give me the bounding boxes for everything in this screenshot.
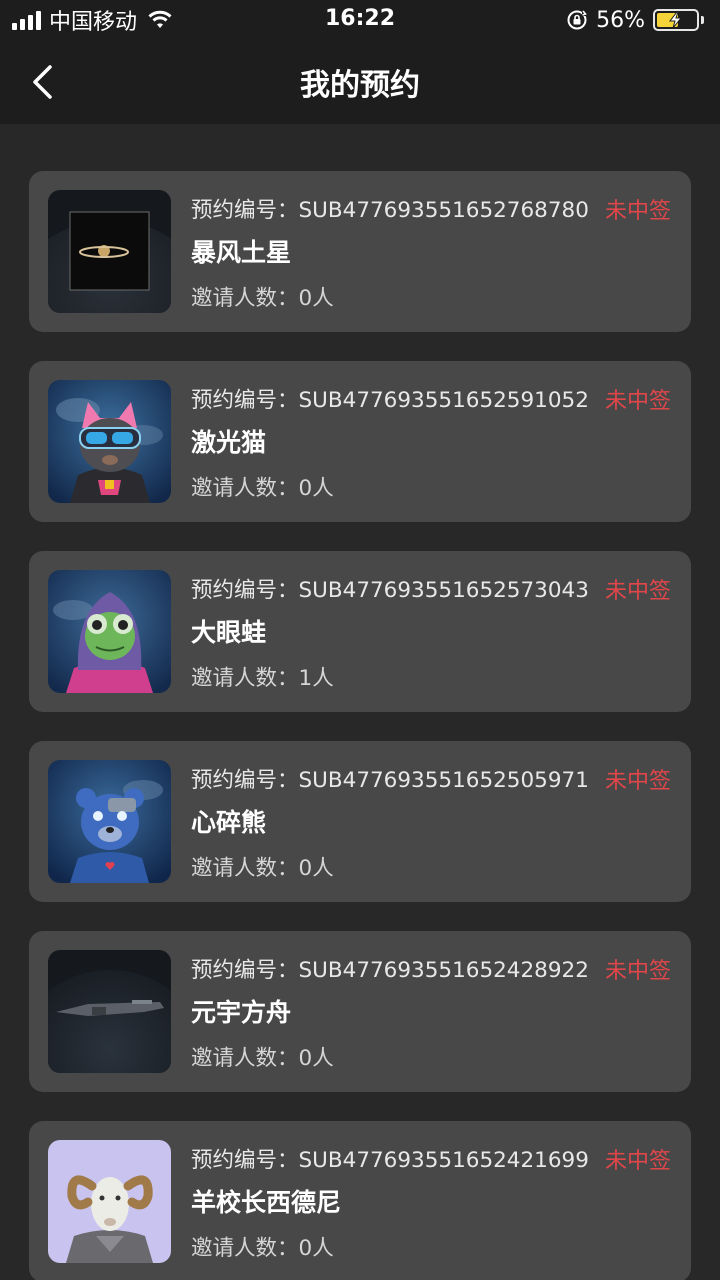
reservation-list: 预约编号：SUB477693551652768780 未中签 暴风土星 邀请人数… <box>29 171 691 1280</box>
status-badge: 未中签 <box>604 389 671 414</box>
reservation-id-label: 预约编号： <box>191 958 299 983</box>
item-name: 元宇方舟 <box>191 998 292 1027</box>
invite-count: 0人 <box>298 476 334 501</box>
item-name: 暴风土星 <box>191 238 292 267</box>
invite-label: 邀请人数： <box>191 856 299 881</box>
reservation-id: SUB477693551652428922 <box>298 958 589 983</box>
reservation-id-label: 预约编号： <box>191 1148 299 1173</box>
principal-ram-image <box>48 1140 171 1263</box>
reservation-id: SUB477693551652768780 <box>298 198 589 223</box>
invite-label: 邀请人数： <box>191 666 299 691</box>
reservation-id: SUB477693551652505971 <box>298 768 589 793</box>
invite-count-line: 邀请人数：0人 <box>191 471 334 502</box>
reservation-id: SUB477693551652421699 <box>298 1148 589 1173</box>
reservation-id: SUB477693551652573043 <box>298 578 589 603</box>
invite-count: 1人 <box>298 666 334 691</box>
item-name: 羊校长西德尼 <box>191 1188 342 1217</box>
invite-count-line: 邀请人数：1人 <box>191 661 334 692</box>
page-title: 我的预约 <box>300 68 420 103</box>
reservation-card[interactable]: 预约编号：SUB477693551652573043 未中签 大眼蛙 邀请人数：… <box>29 551 691 712</box>
lightning-bolt-icon <box>668 12 683 28</box>
invite-count: 0人 <box>298 286 334 311</box>
invite-count-line: 邀请人数：0人 <box>191 1231 334 1262</box>
item-name: 大眼蛙 <box>191 618 267 647</box>
reservation-id-label: 预约编号： <box>191 578 299 603</box>
battery-charging-icon <box>653 9 699 31</box>
reservation-id-label: 预约编号： <box>191 388 299 413</box>
battery-cap <box>701 16 704 24</box>
nav-bar: 我的预约 <box>0 40 720 124</box>
item-name: 心碎熊 <box>191 808 267 837</box>
status-bar: 中国移动 16:22 56% <box>0 0 720 40</box>
status-badge: 未中签 <box>604 769 671 794</box>
invite-label: 邀请人数： <box>191 476 299 501</box>
reservation-id-line: 预约编号：SUB477693551652505971 <box>191 763 589 794</box>
reservation-card[interactable]: 预约编号：SUB477693551652591052 未中签 激光猫 邀请人数：… <box>29 361 691 522</box>
heartbroken-bear-image <box>48 760 171 883</box>
reservation-id-label: 预约编号： <box>191 768 299 793</box>
invite-count-line: 邀请人数：0人 <box>191 851 334 882</box>
reservation-id-line: 预约编号：SUB477693551652573043 <box>191 573 589 604</box>
invite-count: 0人 <box>298 856 334 881</box>
invite-count-line: 邀请人数：0人 <box>191 1041 334 1072</box>
status-badge: 未中签 <box>604 199 671 224</box>
reservation-id-line: 预约编号：SUB477693551652591052 <box>191 383 589 414</box>
reservation-id-label: 预约编号： <box>191 198 299 223</box>
reservation-card[interactable]: 预约编号：SUB477693551652428922 未中签 元宇方舟 邀请人数… <box>29 931 691 1092</box>
invite-count-line: 邀请人数：0人 <box>191 281 334 312</box>
invite-label: 邀请人数： <box>191 286 299 311</box>
saturn-image <box>48 190 171 313</box>
invite-label: 邀请人数： <box>191 1046 299 1071</box>
item-name: 激光猫 <box>191 428 267 457</box>
reservation-id: SUB477693551652591052 <box>298 388 589 413</box>
status-bar-right: 56% <box>566 6 704 34</box>
rotation-lock-icon <box>567 10 589 30</box>
laser-cat-image <box>48 380 171 503</box>
reservation-id-line: 预约编号：SUB477693551652768780 <box>191 193 589 224</box>
reservation-id-line: 预约编号：SUB477693551652421699 <box>191 1143 589 1174</box>
invite-count: 0人 <box>298 1046 334 1071</box>
reservation-card[interactable]: 预约编号：SUB477693551652768780 未中签 暴风土星 邀请人数… <box>29 171 691 332</box>
reservation-id-line: 预约编号：SUB477693551652428922 <box>191 953 589 984</box>
reservation-card[interactable]: 预约编号：SUB477693551652421699 未中签 羊校长西德尼 邀请… <box>29 1121 691 1280</box>
status-badge: 未中签 <box>604 1149 671 1174</box>
invite-label: 邀请人数： <box>191 1236 299 1261</box>
big-eye-frog-image <box>48 570 171 693</box>
metaverse-ark-image <box>48 950 171 1073</box>
reservation-card[interactable]: 预约编号：SUB477693551652505971 未中签 心碎熊 邀请人数：… <box>29 741 691 902</box>
status-badge: 未中签 <box>604 579 671 604</box>
invite-count: 0人 <box>298 1236 334 1261</box>
battery-percent: 56% <box>596 7 645 33</box>
status-badge: 未中签 <box>604 959 671 984</box>
